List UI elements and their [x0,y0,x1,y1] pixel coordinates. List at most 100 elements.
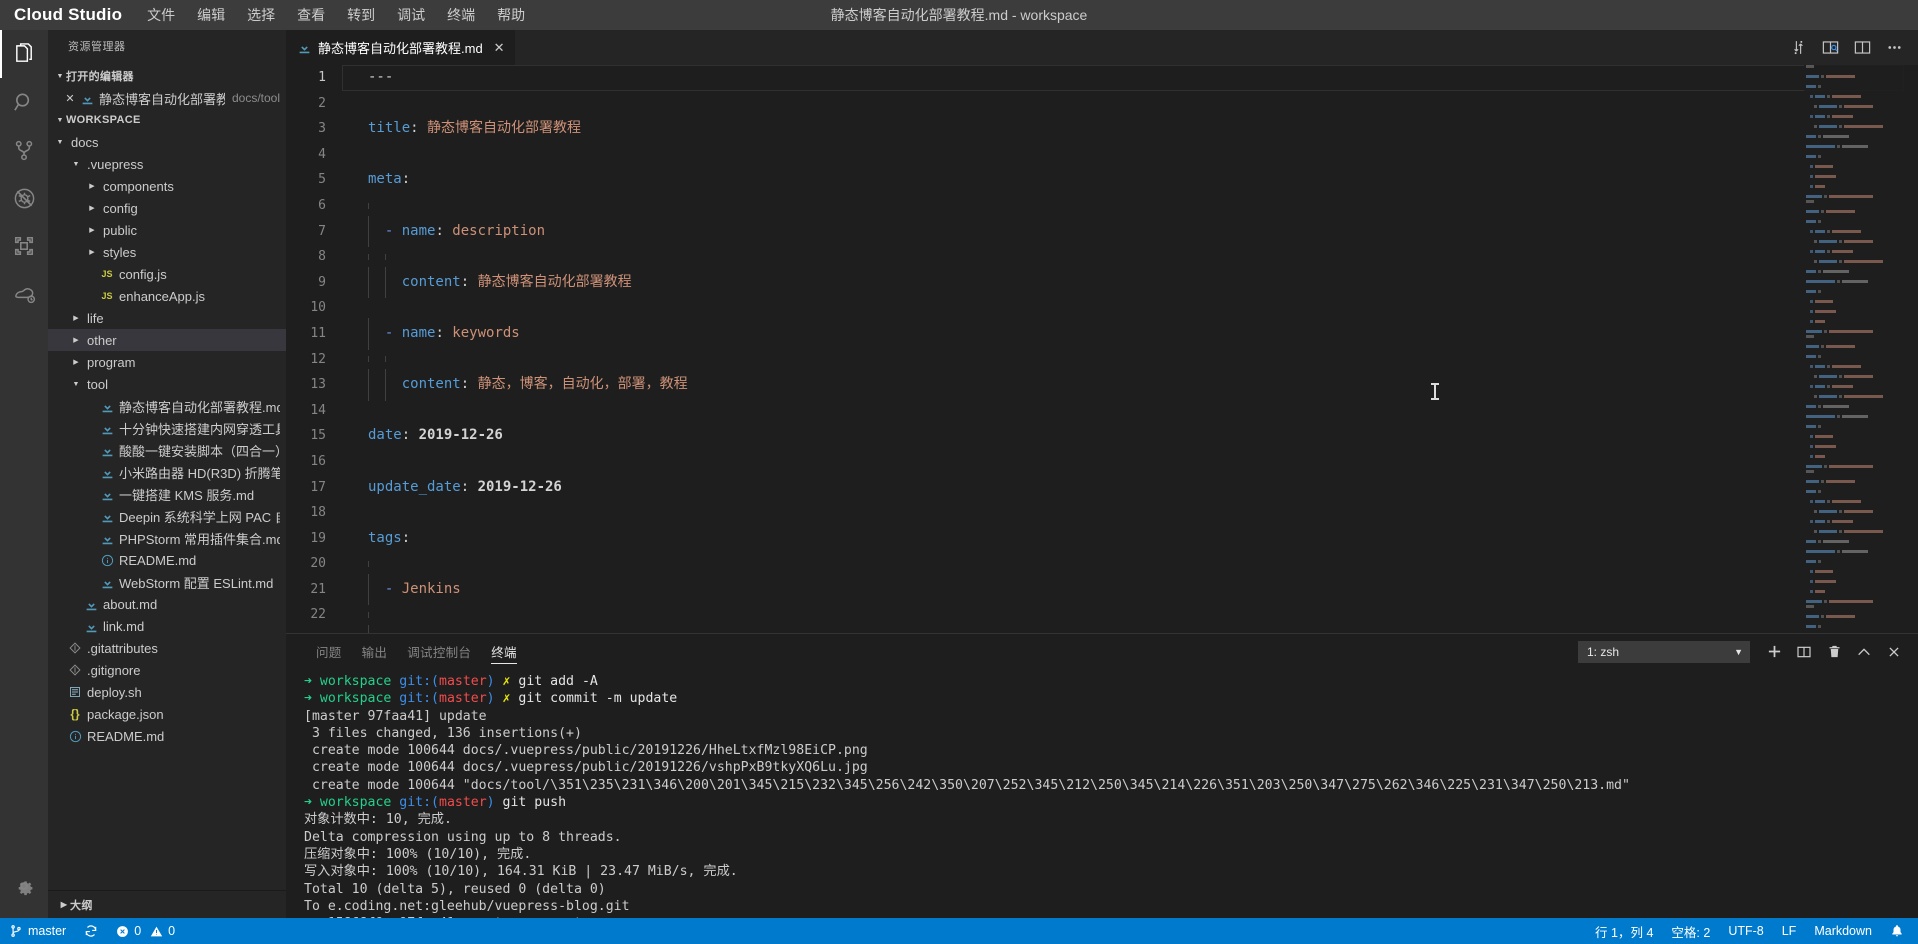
terminal-output[interactable]: ➜ workspace git:(master) ✗ git add -A ➜ w… [286,669,1918,918]
code-editor[interactable]: 1 --- 2 3 title: 静态博客自动化部署教程 4 5 meta: 6 7 - name… [286,65,1918,633]
tree-item-7[interactable]: JS enhanceApp.js [48,285,286,307]
code-line: 22 [286,602,1918,628]
tree-item-25[interactable]: deploy.sh [48,681,286,703]
new-terminal-icon[interactable] [1760,638,1788,666]
tree-item-4[interactable]: ▶ public [48,219,286,241]
panel-tab-3[interactable]: 终端 [481,634,527,669]
activity-item-search[interactable] [0,78,48,126]
tree-item-24[interactable]: .gitignore [48,659,286,681]
explorer-tree[interactable]: ▼打开的编辑器✕静态博客自动化部署教程.mddocs/tool▼WORKSPAC… [48,65,286,890]
tree-item-19[interactable]: README.md [48,549,286,571]
minimap-token [1806,550,1835,553]
editor-minimap[interactable] [1804,65,1904,633]
line-number: 20 [310,556,326,572]
javascript-icon: JS [101,291,113,301]
code-token: : [460,376,478,393]
editor-tab-active[interactable]: 静态博客自动化部署教程.md ✕ [286,30,515,65]
outline-section-header[interactable]: ▶ 大纲 [48,890,286,918]
terminal-token: git commit -m update [518,691,678,707]
git-config-icon [66,664,84,676]
tree-item-26[interactable]: {} package.json [48,703,286,725]
open-preview-icon[interactable] [1814,30,1846,65]
tree-item-10[interactable]: ▶ program [48,351,286,373]
menu-item-4[interactable]: 转到 [336,1,386,29]
status-eol[interactable]: LF [1773,918,1806,944]
menu-item-2[interactable]: 选择 [236,1,286,29]
minimap-line [1804,340,1904,344]
tree-item-0[interactable]: ▼ docs [48,131,286,153]
status-language-mode[interactable]: Markdown [1805,918,1881,944]
activity-item-debug[interactable] [0,174,48,222]
tree-item-16[interactable]: 一键搭建 KMS 服务.md [48,483,286,505]
editor-vertical-scrollbar[interactable] [1904,65,1918,633]
tree-item-8[interactable]: ▶ life [48,307,286,329]
tree-item-22[interactable]: link.md [48,615,286,637]
activity-item-extensions[interactable] [0,222,48,270]
activity-item-settings[interactable] [0,862,48,910]
tree-item-13[interactable]: 十分钟快速搭建内网穿透工具 —— frp.md [48,417,286,439]
code-token: 静态，博客，自动化，部署，教程 [477,376,688,393]
split-terminal-icon[interactable] [1790,638,1818,666]
kill-terminal-icon[interactable] [1820,638,1848,666]
terminal-output-line: Delta compression using up to 8 threads. [304,829,622,845]
menu-item-6[interactable]: 终端 [436,1,486,29]
menu-item-7[interactable]: 帮助 [486,1,536,29]
tree-item-2[interactable]: ▶ components [48,175,286,197]
tree-item-12[interactable]: 静态博客自动化部署教程.md [48,395,286,417]
tree-item-14[interactable]: 酸酸一键安装脚本（四合一）.md [48,439,286,461]
panel-tab-0[interactable]: 问题 [306,634,352,669]
section-open-editors[interactable]: ▼ 打开的编辑器 [48,65,286,87]
tree-item-label: tool [87,376,108,392]
tree-item-6[interactable]: JS config.js [48,263,286,285]
status-branch[interactable]: master [0,918,75,944]
status-sync[interactable] [75,918,107,944]
split-editor-icon[interactable] [1846,30,1878,65]
tree-item-9[interactable]: ▶ other [48,329,286,351]
activity-item-explorer[interactable] [0,30,48,78]
tree-item-5[interactable]: ▶ styles [48,241,286,263]
more-actions-icon[interactable] [1878,30,1910,65]
terminal-output-line: 3 files changed, 136 insertions(+) [304,725,582,741]
status-problems[interactable]: 0 0 [107,918,184,944]
close-icon[interactable]: ✕ [494,40,505,56]
tree-item-11[interactable]: ▼ tool [48,373,286,395]
tree-item-20[interactable]: WebStorm 配置 ESLint.md [48,571,286,593]
open-preview-to-side-sync-icon[interactable] [1782,30,1814,65]
panel-tab-2[interactable]: 调试控制台 [397,634,481,669]
tree-item-27[interactable]: README.md [48,725,286,747]
panel-tab-1[interactable]: 输出 [352,634,398,669]
tree-item-21[interactable]: about.md [48,593,286,615]
activity-item-remote[interactable] [0,270,48,318]
minimap-token [1806,75,1819,78]
code-token: : [401,427,419,444]
menu-item-5[interactable]: 调试 [386,1,436,29]
code-lines[interactable]: 1 --- 2 3 title: 静态博客自动化部署教程 4 5 meta: 6 7 - name… [286,65,1918,633]
minimap-line [1804,145,1904,149]
open-editor-item-0[interactable]: ✕ 静态博客自动化部署教程.md docs/tool [48,87,286,109]
menu-item-1[interactable]: 编辑 [186,1,236,29]
tree-item-23[interactable]: .gitattributes [48,637,286,659]
section-workspace[interactable]: ▼ WORKSPACE [48,109,286,131]
tree-item-15[interactable]: 小米路由器 HD(R3D) 折腾笔记.md [48,461,286,483]
indent-guide [368,573,369,606]
minimap-token [1818,560,1822,563]
tree-item-label: 静态博客自动化部署教程.md [119,399,280,415]
menu-item-3[interactable]: 查看 [286,1,336,29]
close-icon[interactable]: ✕ [62,92,78,105]
minimap-line [1804,590,1904,594]
status-indentation[interactable]: 空格: 2 [1662,918,1719,944]
tree-item-3[interactable]: ▶ config [48,197,286,219]
status-encoding[interactable]: UTF-8 [1719,918,1772,944]
tree-item-18[interactable]: PHPStorm 常用插件集合.md [48,527,286,549]
activity-item-source-control[interactable] [0,126,48,174]
status-notifications[interactable] [1881,918,1918,944]
tree-item-17[interactable]: Deepin 系统科学上网 PAC 自动代理.md [48,505,286,527]
menu-item-0[interactable]: 文件 [136,1,186,29]
terminal-selector[interactable]: 1: zsh ▼ [1578,640,1750,663]
tree-item-label: README.md [87,728,165,744]
minimap-line [1804,425,1904,429]
maximize-panel-icon[interactable] [1850,638,1878,666]
close-panel-icon[interactable] [1880,638,1908,666]
status-cursor-position[interactable]: 行 1，列 4 [1586,918,1662,944]
tree-item-1[interactable]: ▼ .vuepress [48,153,286,175]
